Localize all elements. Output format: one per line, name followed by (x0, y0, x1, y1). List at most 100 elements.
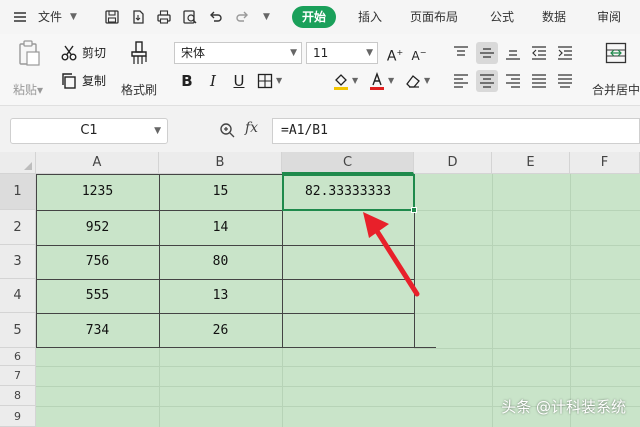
align-top-icon[interactable] (450, 42, 472, 64)
print-preview-icon[interactable] (182, 9, 198, 25)
name-box[interactable]: C1 ▼ (10, 118, 168, 144)
tab-home[interactable]: 开始 (292, 6, 337, 28)
cell-a4[interactable]: 555 (36, 279, 159, 313)
row-header-3[interactable]: 3 (0, 245, 36, 279)
gridline (414, 348, 640, 349)
copy-button[interactable]: 复制 (60, 71, 116, 91)
align-bottom-icon[interactable] (502, 42, 524, 64)
cell-a5[interactable]: 734 (36, 313, 159, 348)
column-header-d[interactable]: D (414, 152, 492, 174)
decrease-indent-icon[interactable] (528, 42, 550, 64)
merge-center-button[interactable]: 合并居中 (588, 38, 640, 98)
font-name-select[interactable]: 宋体 ▼ (174, 42, 302, 64)
merge-center-label: 合并居中 (592, 83, 640, 97)
merge-cells-icon (605, 42, 627, 67)
annotation-arrow (363, 212, 420, 297)
row-header-9[interactable]: 9 (0, 406, 36, 427)
justify-icon[interactable] (528, 70, 550, 92)
column-header-c[interactable]: C (282, 152, 414, 174)
tab-insert[interactable]: 插入 (358, 0, 382, 34)
paste-label: 粘贴▾ (12, 83, 44, 97)
cell-a1[interactable]: 1235 (36, 174, 159, 210)
gridline (36, 386, 640, 387)
column-header-f[interactable]: F (570, 152, 640, 174)
export-pdf-icon[interactable] (130, 9, 146, 25)
font-color-dropdown-icon[interactable]: ▼ (388, 70, 394, 92)
undo-icon[interactable] (208, 9, 224, 25)
hamburger-menu-icon[interactable] (12, 9, 28, 25)
chevron-down-icon: ▼ (290, 48, 297, 58)
formula-bar: C1 ▼ fx =A1/B1 (0, 106, 640, 152)
chevron-down-icon: ▼ (366, 48, 373, 58)
formula-input[interactable]: =A1/B1 (272, 118, 640, 144)
align-middle-icon[interactable] (476, 42, 498, 64)
print-icon[interactable] (156, 9, 172, 25)
clear-format-icon[interactable] (402, 70, 424, 92)
font-size-value: 11 (313, 46, 329, 60)
row-header-5[interactable]: 5 (0, 313, 36, 348)
paintbrush-icon (128, 40, 150, 69)
column-header-b[interactable]: B (159, 152, 282, 174)
copy-icon (60, 72, 78, 96)
row-header-1[interactable]: 1 (0, 174, 36, 210)
font-name-value: 宋体 (181, 46, 206, 60)
spreadsheet-grid[interactable]: A B C D E F 1 2 3 4 5 6 7 8 9 1235 15 82… (0, 152, 640, 427)
borders-dropdown-icon[interactable]: ▼ (276, 70, 282, 92)
paste-button[interactable]: 粘贴▾ (8, 38, 48, 98)
cell-b4[interactable]: 13 (159, 279, 282, 313)
file-menu-chevron-icon[interactable]: ▼ (70, 0, 77, 34)
cell-a3[interactable]: 756 (36, 245, 159, 279)
cut-button[interactable]: 剪切 (60, 43, 116, 63)
row-header-8[interactable]: 8 (0, 386, 36, 406)
underline-button[interactable]: U (228, 70, 250, 92)
tab-page-layout[interactable]: 页面布局 (410, 0, 458, 34)
row-header-6[interactable]: 6 (0, 348, 36, 366)
gridline (570, 174, 571, 427)
tab-formulas[interactable]: 公式 (490, 0, 514, 34)
increase-indent-icon[interactable] (554, 42, 576, 64)
redo-icon[interactable] (234, 9, 250, 25)
fill-color-dropdown-icon[interactable]: ▼ (352, 70, 358, 92)
row-header-2[interactable]: 2 (0, 210, 36, 245)
cell-b3[interactable]: 80 (159, 245, 282, 279)
row-header-4[interactable]: 4 (0, 279, 36, 313)
fill-color-icon[interactable] (330, 70, 352, 92)
cell-b2[interactable]: 14 (159, 210, 282, 245)
font-color-icon[interactable] (366, 70, 388, 92)
italic-button[interactable]: I (202, 70, 224, 92)
insert-function-icon[interactable]: fx (245, 120, 258, 136)
cell-b1[interactable]: 15 (159, 174, 282, 210)
cut-label: 剪切 (82, 46, 107, 60)
copy-label: 复制 (82, 74, 107, 88)
gridline (414, 279, 640, 280)
align-left-icon[interactable] (450, 70, 472, 92)
borders-icon[interactable] (254, 70, 276, 92)
decrease-font-size-icon[interactable]: A− (408, 42, 430, 64)
gridline (414, 313, 640, 314)
zoom-icon[interactable] (219, 122, 235, 142)
column-header-a[interactable]: A (36, 152, 159, 174)
tab-data[interactable]: 数据 (542, 0, 566, 34)
format-painter-label: 格式刷 (120, 83, 157, 97)
bold-button[interactable]: B (176, 70, 198, 92)
clear-format-dropdown-icon[interactable]: ▼ (424, 70, 430, 92)
distributed-align-icon[interactable] (554, 70, 576, 92)
font-size-select[interactable]: 11 ▼ (306, 42, 378, 64)
quick-access-more-icon[interactable]: ▼ (263, 0, 270, 34)
align-right-icon[interactable] (502, 70, 524, 92)
select-all-corner[interactable] (0, 152, 36, 174)
cell-a2[interactable]: 952 (36, 210, 159, 245)
chevron-down-icon: ▼ (154, 126, 161, 136)
column-header-e[interactable]: E (492, 152, 570, 174)
file-menu[interactable]: 文件 (38, 0, 62, 34)
tab-review[interactable]: 审阅 (597, 0, 621, 34)
increase-font-size-icon[interactable]: A+ (384, 42, 406, 65)
row-header-7[interactable]: 7 (0, 366, 36, 386)
align-center-icon[interactable] (476, 70, 498, 92)
gridline (414, 210, 640, 211)
save-icon[interactable] (104, 9, 120, 25)
cell-b5[interactable]: 26 (159, 313, 282, 348)
gridline (36, 366, 640, 367)
format-painter-button[interactable]: 格式刷 (118, 38, 160, 98)
name-box-value: C1 (80, 123, 98, 138)
